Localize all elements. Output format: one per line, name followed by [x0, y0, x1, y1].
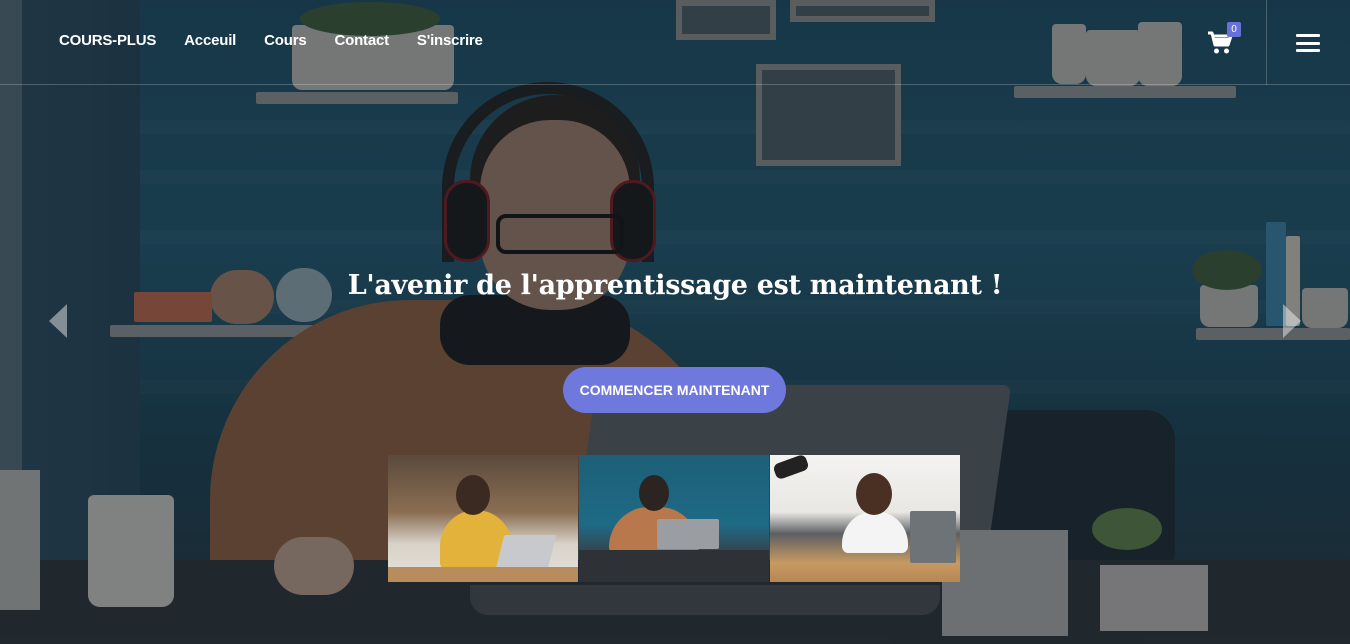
chevron-right-icon[interactable]	[1281, 304, 1301, 338]
chevron-left-icon[interactable]	[49, 304, 69, 338]
top-navbar: COURS-PLUS Acceuil Cours Contact S'inscr…	[0, 0, 1350, 85]
hamburger-menu-icon[interactable]	[1296, 34, 1320, 52]
nav-link-sinscrire[interactable]: S'inscrire	[417, 32, 483, 49]
cart-count-badge: 0	[1227, 22, 1241, 37]
carousel-thumbnails	[388, 455, 960, 582]
thumbnail-woman-headphones-laptop[interactable]	[579, 455, 769, 582]
nav-link-accueil[interactable]: Acceuil	[184, 32, 236, 49]
nav-divider	[1266, 0, 1267, 85]
nav-links: COURS-PLUS Acceuil Cours Contact S'inscr…	[59, 32, 483, 49]
thumbnail-girl-kitchen-laptop[interactable]	[388, 455, 578, 582]
hero-title: L'avenir de l'apprentissage est maintena…	[347, 270, 1003, 301]
thumbnail-boy-desk-laptop[interactable]	[770, 455, 960, 582]
nav-link-contact[interactable]: Contact	[334, 32, 389, 49]
brand-link[interactable]: COURS-PLUS	[59, 32, 156, 49]
start-now-button[interactable]: COMMENCER MAINTENANT	[563, 367, 786, 413]
nav-link-cours[interactable]: Cours	[264, 32, 307, 49]
